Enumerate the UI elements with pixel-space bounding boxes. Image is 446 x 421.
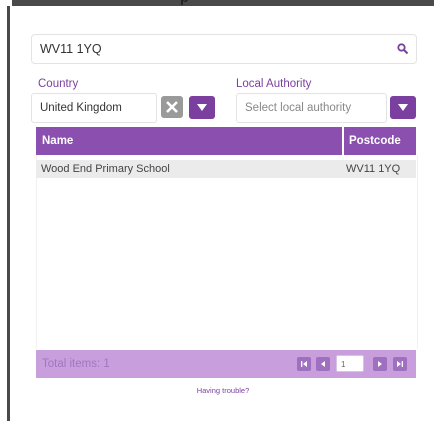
help-link[interactable]: Having trouble? [0,386,446,395]
local-authority-select[interactable]: Select local authority [236,93,387,123]
country-selected-value: United Kingdom [40,102,122,114]
chevron-left-icon [321,361,325,367]
page-title: p [180,0,189,5]
grid-body [36,155,418,349]
clear-country-button[interactable] [161,96,183,118]
cell-name: Wood End Primary School [41,163,170,175]
prev-page-button[interactable] [316,357,330,371]
column-header-postcode[interactable]: Postcode [349,127,401,155]
column-header-name[interactable]: Name [42,127,73,155]
chevron-right-icon [378,361,382,367]
next-page-button[interactable] [373,357,387,371]
search-icon[interactable] [396,42,410,56]
country-dropdown-button[interactable] [189,96,215,119]
grid-header: Name Postcode [36,127,416,155]
total-items: Total items: 1 [42,358,110,370]
local-authority-label: Local Authority [236,78,312,90]
cell-postcode: WV11 1YQ [346,163,401,175]
top-border [12,0,434,6]
column-divider [342,127,344,155]
last-page-icon [397,361,403,367]
last-page-button[interactable] [393,357,407,371]
pager: Total items: 1 1 [36,350,416,378]
chevron-down-icon [197,104,207,111]
left-border [7,6,10,421]
local-authority-dropdown-button[interactable] [390,96,416,119]
country-select[interactable]: United Kingdom [31,93,157,123]
local-authority-placeholder: Select local authority [245,102,352,114]
search-box[interactable] [31,34,417,64]
page-number-input[interactable]: 1 [336,355,364,372]
search-input[interactable] [40,35,370,63]
table-row[interactable]: Wood End Primary School WV11 1YQ [36,160,416,178]
close-icon [166,101,178,113]
country-label: Country [38,78,79,90]
first-page-button[interactable] [297,357,311,371]
first-page-icon [301,361,307,367]
chevron-down-icon [398,104,408,111]
